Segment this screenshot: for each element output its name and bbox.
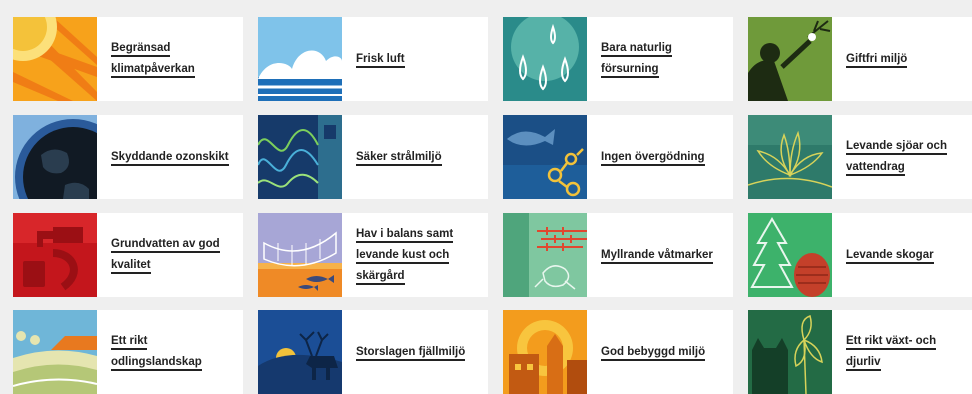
card-levande-skogar[interactable]: Levande skogar [748,213,972,297]
card-label: Hav i balans samt levande kust och skärg… [356,227,454,285]
card-myllrande-vatmarker[interactable]: Myllrande våtmarker [503,213,733,297]
frog-icon [503,213,587,297]
buildings-icon [503,310,587,394]
card-giftfri-miljo[interactable]: Giftfri miljö [748,17,972,101]
earth-icon [13,115,97,199]
lynx-orchid-icon [748,310,832,394]
raindrops-icon [503,17,587,101]
card-storslagen-fjallmiljo[interactable]: Storslagen fjällmiljö [258,310,488,394]
card-frisk-luft[interactable]: Frisk luft [258,17,488,101]
card-label: God bebyggd miljö [601,345,706,361]
card-god-bebyggd-miljo[interactable]: God bebyggd miljö [503,310,733,394]
card-label: Myllrande våtmarker [601,248,713,264]
boat-fish-icon [258,213,342,297]
person-branch-icon [748,17,832,101]
card-begransad-klimatpaverkan[interactable]: Begränsad klimatpåverkan [13,17,243,101]
card-label: Giftfri miljö [846,52,908,68]
reindeer-icon [258,310,342,394]
card-label: Frisk luft [356,52,405,68]
card-ingen-overgodning[interactable]: Ingen övergödning [503,115,733,199]
water-tap-icon [13,213,97,297]
card-label: Bara naturlig försurning [601,42,672,78]
card-label: Säker strålmiljö [356,150,442,166]
card-ett-rikt-odlingslandskap[interactable]: Ett rikt odlingslandskap [13,310,243,394]
card-hav-i-balans[interactable]: Hav i balans samt levande kust och skärg… [258,213,488,297]
fish-algae-icon [503,115,587,199]
card-saker-stralmiljo[interactable]: Säker strålmiljö [258,115,488,199]
card-label: Levande skogar [846,248,934,264]
card-label: Levande sjöar och vattendrag [846,140,947,176]
card-label: Skyddande ozonskikt [111,150,229,166]
card-levande-sjoar-och-vattendrag[interactable]: Levande sjöar och vattendrag [748,115,972,199]
card-label: Ett rikt växt- och djurliv [846,335,937,371]
farm-field-icon [13,310,97,394]
card-label: Ingen övergödning [601,150,705,166]
radiation-waves-icon [258,115,342,199]
card-label: Storslagen fjällmiljö [356,345,466,361]
card-bara-naturlig-forsurning[interactable]: Bara naturlig försurning [503,17,733,101]
card-skyddande-ozonskikt[interactable]: Skyddande ozonskikt [13,115,243,199]
card-label: Ett rikt odlingslandskap [111,335,202,371]
water-lily-icon [748,115,832,199]
environmental-goals-grid: Begränsad klimatpåverkan Frisk luft Bara… [0,0,972,394]
card-label: Grundvatten av god kvalitet [111,238,220,274]
card-ett-rikt-vaxt-och-djurliv[interactable]: Ett rikt växt- och djurliv [748,310,972,394]
spruce-cone-icon [748,213,832,297]
card-grundvatten-av-god-kvalitet[interactable]: Grundvatten av god kvalitet [13,213,243,297]
cloud-icon [258,17,342,101]
card-label: Begränsad klimatpåverkan [111,42,195,78]
sun-icon [13,17,97,101]
